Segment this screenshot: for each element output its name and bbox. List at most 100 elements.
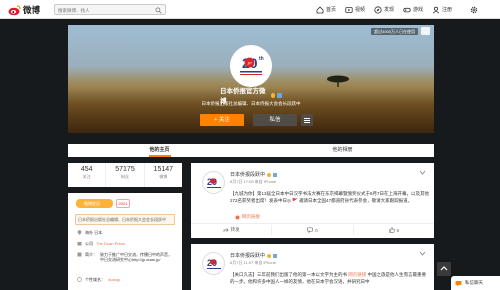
member-badge[interactable]: 微博会员 [76,199,113,208]
posts-label: 微博 [159,174,168,179]
stat-following[interactable]: 454 关注 [68,163,107,187]
more-menu-button[interactable] [301,114,313,126]
feed-item: 20 日本侨报段跃中 8月7日 11:07 来自 iPhone 【关口久志】三年… [191,244,434,290]
comment-button[interactable]: 0 [272,225,354,235]
chevron-down-icon[interactable] [419,170,426,175]
post-avatar[interactable]: 20 [202,252,225,275]
company-link[interactable]: The Duan Press [96,241,125,247]
profile-avatar[interactable]: 20 th JP [230,45,272,87]
user-icon [432,6,440,13]
forward-button[interactable]: 转发 [191,225,273,235]
nav-video-label: 视频 [355,7,366,13]
svg-text:th: th [259,56,264,62]
verified-icon [267,172,272,177]
avatar-logo-20th: 20 th JP [240,55,264,75]
domain-link[interactable]: duanjp [108,277,120,283]
vip-year-badge[interactable]: 2021 [116,199,130,208]
profile-info-card: 微博会员 2021 日本侨报出版社总编辑、日本侨报大会会长段跃中 海外 日本 公… [68,193,182,290]
nav-register[interactable]: 注册 [432,4,470,15]
following-label: 关注 [82,174,91,179]
location-row: 海外 日本 [77,230,102,236]
weibo-eye-icon [8,4,21,15]
profile-cover: 超过4000万人已在使用 20 th JP 日本侨报官方微博 日本侨报出版社总编… [68,25,434,133]
post-author-name[interactable]: 日本侨报段跃中 [230,252,265,259]
chevron-down-icon[interactable] [419,251,426,256]
search-input[interactable] [58,6,150,14]
vip-icon [273,172,278,177]
like-button[interactable]: 6 [354,225,434,235]
nav-home-label: 首页 [326,7,337,13]
nav-game-label: 游戏 [413,7,424,13]
post-meta[interactable]: 8月7日 11:07 来自 iPhone [230,260,276,266]
bio-row: 简介： 致力于推广中日交流，传播日中的声音，中日交流研究中心http://jp.… [77,252,175,262]
nav-video[interactable]: 视频 [345,4,374,15]
home-icon [316,5,324,13]
post-avatar[interactable]: 20 [202,171,225,194]
post-web-link[interactable]: 网页链接 [235,214,260,220]
forward-label: 转发 [230,227,240,232]
follow-button[interactable]: + 关注 [200,114,244,126]
bio-icon [77,252,82,257]
verified-intro: 日本侨报出版社总编辑、日本侨报大会会长段跃中 [75,214,175,225]
posts-count: 15147 [153,166,174,173]
message-button[interactable]: 私信 [253,114,297,126]
post-text-body: 【关口久志】三年前我们出版了他的第一本以文字为主的书 [230,272,347,277]
domain-row: 个性域名： duanjp [77,277,120,283]
search-box[interactable] [54,4,166,15]
post-text: 【九城为你】第13届全日本中日汉字书法大赛在东京揭幕暨颁奖仪式于8月7日在上海开… [230,191,430,204]
company-row: 公司 The Duan Press [77,241,125,247]
domain-label: 个性域名： [85,277,105,282]
tab-album[interactable]: 他的相册 [251,144,434,157]
verified-icon [267,253,272,258]
nav-settings[interactable] [470,4,480,15]
comment-icon [307,227,313,233]
top-navigation-bar: 微博 首页 视频 发现 游戏 注册 [0,0,500,19]
stat-posts[interactable]: 15147 微博 [145,163,182,187]
logo-text: 微博 [23,4,41,15]
location-icon [77,230,82,235]
verified-icon[interactable] [270,92,276,98]
forward-icon [223,228,229,232]
stat-followers[interactable]: 57175 粉丝 [106,163,145,187]
post-text-body-2: 邀请日本全国47都道府县代表参会，敬请大家跟踪报道。 [299,197,413,203]
nav-game[interactable]: 游戏 [403,4,432,15]
avatar-logo-20th: 20 [207,177,221,188]
weibo-logo[interactable]: 微博 [8,3,40,16]
nav-discover-label: 发现 [384,7,395,13]
company-label: 公司 [85,241,93,246]
bio-text: 致力于推广中日交流，传播日中的声音，中日交流研究中心http://jp.duan… [100,252,172,262]
post-author-name[interactable]: 日本侨报段跃中 [230,171,265,178]
bio-label: 简介： [85,252,97,257]
nav-register-label: 注册 [442,7,453,13]
chat-label: 私信聊天 [465,280,483,285]
post-author[interactable]: 日本侨报段跃中 [230,171,278,178]
following-count: 454 [80,166,93,173]
nav-home[interactable]: 首页 [316,4,345,15]
back-to-top-button[interactable] [437,262,451,276]
profile-name: 日本侨报官方微博 [220,88,282,105]
post-actions: 转发 0 6 [191,225,434,235]
link-icon [235,215,240,219]
nav-discover[interactable]: 发现 [374,4,403,15]
tab-home[interactable]: 他的主页 [68,144,251,157]
profile-tabs: 他的主页 他的相册 [68,144,434,157]
profile-stats: 454 关注 57175 粉丝 15147 微博 [68,163,182,187]
cover-camera-icon[interactable] [421,27,430,35]
cover-badge: 超过4000万人已在使用 [371,28,418,35]
post-meta[interactable]: 8月7日 17:05 来自 iPhone [230,179,276,185]
post-web-link[interactable]: 网页链接 [348,272,366,277]
private-chat-bar[interactable]: 私信聊天 [451,276,500,290]
vip-icon[interactable] [277,92,282,98]
company-icon [77,242,82,246]
post-web-link-label[interactable]: 网页链接 [242,214,260,220]
feed-item: 20 日本侨报段跃中 8月7日 17:05 来自 iPhone 【九城为你】第1… [191,163,434,238]
post-text: 【关口久志】三年前我们出版了他的第一本以文字为主的书 网页链接 中国之旅是他人生… [230,272,430,285]
search-icon[interactable] [155,7,162,14]
game-icon [403,7,411,12]
followers-count: 57175 [115,166,135,173]
profile-description: 日本侨报出版社总编辑、日本侨报大会会长段跃中 [201,101,301,106]
video-icon [345,6,353,13]
location-text: 海外 日本 [85,230,103,235]
link-icon [77,277,82,282]
post-author[interactable]: 日本侨报段跃中 [230,252,278,259]
